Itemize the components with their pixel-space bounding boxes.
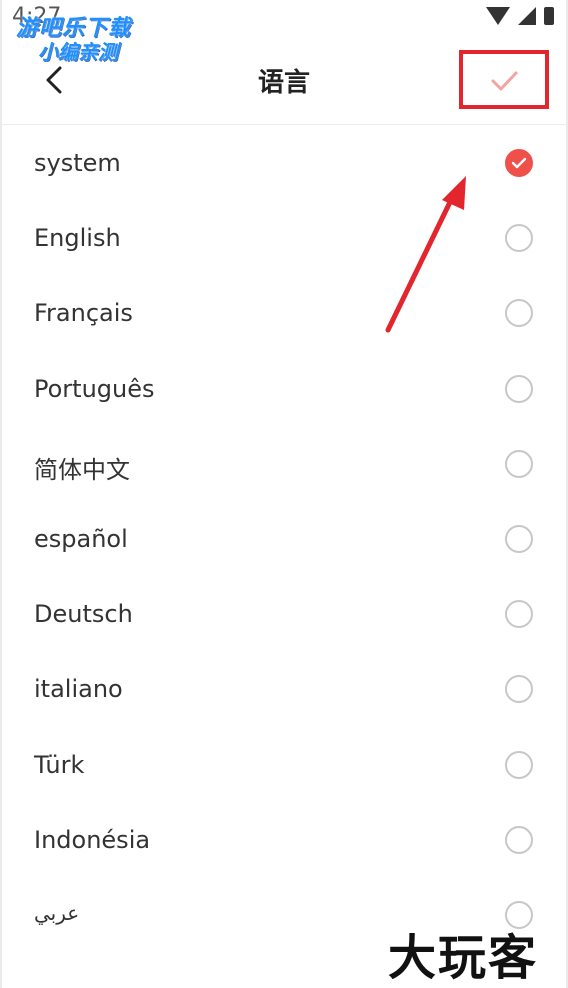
signal-icon bbox=[518, 7, 536, 25]
language-row-english[interactable]: English bbox=[2, 200, 566, 275]
language-row-indonesia[interactable]: Indonésia bbox=[2, 802, 566, 877]
language-row-portugues[interactable]: Português bbox=[2, 351, 566, 426]
radio-unchecked-icon[interactable] bbox=[505, 299, 533, 328]
language-label: Indonésia bbox=[34, 825, 151, 854]
radio-unchecked-icon[interactable] bbox=[505, 675, 533, 704]
language-label: Deutsch bbox=[34, 600, 133, 629]
language-label: Português bbox=[34, 374, 155, 403]
language-list: system English Français Português 简体中文 e… bbox=[2, 125, 566, 952]
language-row-italiano[interactable]: italiano bbox=[2, 651, 566, 726]
language-row-francais[interactable]: Français bbox=[2, 275, 566, 350]
language-label: italiano bbox=[34, 675, 123, 704]
radio-unchecked-icon[interactable] bbox=[505, 600, 533, 629]
language-label: English bbox=[34, 224, 121, 253]
annotation-arrow-icon bbox=[385, 176, 466, 333]
language-label: Türk bbox=[34, 750, 85, 779]
language-label: 简体中文 bbox=[34, 455, 130, 484]
status-icons bbox=[486, 7, 554, 25]
language-label: Français bbox=[34, 299, 133, 328]
check-icon bbox=[491, 71, 518, 90]
confirm-button[interactable] bbox=[459, 50, 549, 109]
language-row-system[interactable]: system bbox=[2, 125, 566, 200]
wifi-icon bbox=[486, 7, 510, 25]
radio-unchecked-icon[interactable] bbox=[505, 524, 533, 553]
language-row-simplified-chinese[interactable]: 简体中文 bbox=[2, 426, 566, 501]
radio-unchecked-icon[interactable] bbox=[505, 224, 533, 253]
language-label: system bbox=[34, 149, 121, 177]
language-row-turk[interactable]: Türk bbox=[2, 727, 566, 802]
header: 语言 bbox=[0, 36, 568, 125]
watermark-brand: 大玩客 bbox=[388, 930, 539, 986]
language-row-deutsch[interactable]: Deutsch bbox=[2, 576, 566, 651]
radio-unchecked-icon[interactable] bbox=[505, 750, 533, 779]
language-label: español bbox=[34, 524, 128, 553]
radio-unchecked-icon[interactable] bbox=[505, 374, 533, 403]
battery-icon bbox=[544, 7, 554, 25]
language-row-espanol[interactable]: español bbox=[2, 501, 566, 576]
radio-checked-icon[interactable] bbox=[505, 149, 533, 177]
language-label: عربي bbox=[34, 900, 80, 925]
radio-unchecked-icon[interactable] bbox=[505, 449, 533, 478]
radio-unchecked-icon[interactable] bbox=[505, 825, 533, 854]
